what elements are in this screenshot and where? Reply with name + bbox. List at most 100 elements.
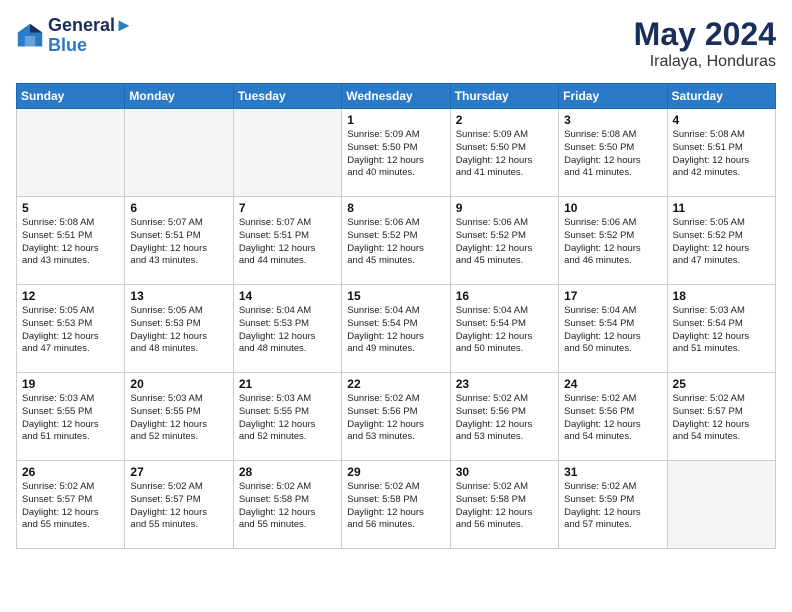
calendar-cell: 10 Sunrise: 5:06 AMSunset: 5:52 PMDayligh…	[559, 197, 667, 285]
calendar-cell: 6Sunrise: 5:07 AMSunset: 5:51 PMDaylight…	[125, 197, 233, 285]
day-number: 17	[564, 289, 661, 303]
day-number: 27	[130, 465, 227, 479]
day-number: 5	[22, 201, 119, 215]
calendar-cell: 27 Sunrise: 5:02 AMSunset: 5:57 PMDayligh…	[125, 461, 233, 549]
calendar-week-5: 26 Sunrise: 5:02 AMSunset: 5:57 PMDayligh…	[17, 461, 776, 549]
day-number: 28	[239, 465, 336, 479]
logo-icon	[16, 22, 44, 50]
day-info: Sunrise: 5:06 AMSunset: 5:52 PMDaylight:…	[456, 217, 553, 268]
day-number: 8	[347, 201, 444, 215]
day-number: 30	[456, 465, 553, 479]
day-number: 13	[130, 289, 227, 303]
day-number: 16	[456, 289, 553, 303]
calendar-table: SundayMondayTuesdayWednesdayThursdayFrid…	[16, 83, 776, 549]
weekday-header-saturday: Saturday	[667, 84, 775, 109]
calendar-cell: 11 Sunrise: 5:05 AMSunset: 5:52 PMDayligh…	[667, 197, 775, 285]
day-number: 25	[673, 377, 770, 391]
calendar-cell: 2 Sunrise: 5:09 AMSunset: 5:50 PMDaylight…	[450, 109, 558, 197]
calendar-cell: 13 Sunrise: 5:05 AMSunset: 5:53 PMDayligh…	[125, 285, 233, 373]
day-info: Sunrise: 5:05 AMSunset: 5:53 PMDaylight:…	[130, 305, 227, 356]
day-number: 14	[239, 289, 336, 303]
weekday-header-tuesday: Tuesday	[233, 84, 341, 109]
calendar-cell	[667, 461, 775, 549]
calendar-cell: 31 Sunrise: 5:02 AMSunset: 5:59 PMDayligh…	[559, 461, 667, 549]
day-number: 1	[347, 113, 444, 127]
day-info: Sunrise: 5:02 AMSunset: 5:56 PMDaylight:…	[456, 393, 553, 444]
calendar-cell: 28 Sunrise: 5:02 AMSunset: 5:58 PMDayligh…	[233, 461, 341, 549]
calendar-cell: 8 Sunrise: 5:06 AMSunset: 5:52 PMDaylight…	[342, 197, 450, 285]
day-number: 26	[22, 465, 119, 479]
calendar-cell: 29Sunrise: 5:02 AMSunset: 5:58 PMDayligh…	[342, 461, 450, 549]
calendar-cell: 19 Sunrise: 5:03 AMSunset: 5:55 PMDayligh…	[17, 373, 125, 461]
calendar-cell: 16 Sunrise: 5:04 AMSunset: 5:54 PMDayligh…	[450, 285, 558, 373]
calendar-cell: 4 Sunrise: 5:08 AMSunset: 5:51 PMDaylight…	[667, 109, 775, 197]
weekday-header-row: SundayMondayTuesdayWednesdayThursdayFrid…	[17, 84, 776, 109]
day-info: Sunrise: 5:02 AMSunset: 5:57 PMDaylight:…	[673, 393, 770, 444]
day-number: 18	[673, 289, 770, 303]
day-number: 4	[673, 113, 770, 127]
day-info: Sunrise: 5:03 AMSunset: 5:55 PMDaylight:…	[130, 393, 227, 444]
calendar-cell: 24Sunrise: 5:02 AMSunset: 5:56 PMDayligh…	[559, 373, 667, 461]
day-info: Sunrise: 5:09 AMSunset: 5:50 PMDaylight:…	[456, 129, 553, 180]
calendar-cell: 21Sunrise: 5:03 AMSunset: 5:55 PMDayligh…	[233, 373, 341, 461]
day-info: Sunrise: 5:03 AMSunset: 5:54 PMDaylight:…	[673, 305, 770, 356]
logo-text: General► Blue	[48, 16, 133, 56]
day-info: Sunrise: 5:09 AMSunset: 5:50 PMDaylight:…	[347, 129, 444, 180]
calendar-cell	[125, 109, 233, 197]
calendar-cell: 3Sunrise: 5:08 AMSunset: 5:50 PMDaylight…	[559, 109, 667, 197]
day-info: Sunrise: 5:04 AMSunset: 5:54 PMDaylight:…	[456, 305, 553, 356]
day-number: 19	[22, 377, 119, 391]
day-number: 20	[130, 377, 227, 391]
day-info: Sunrise: 5:02 AMSunset: 5:58 PMDaylight:…	[347, 481, 444, 532]
day-info: Sunrise: 5:07 AMSunset: 5:51 PMDaylight:…	[239, 217, 336, 268]
calendar-cell: 12 Sunrise: 5:05 AMSunset: 5:53 PMDayligh…	[17, 285, 125, 373]
calendar-cell: 26 Sunrise: 5:02 AMSunset: 5:57 PMDayligh…	[17, 461, 125, 549]
day-number: 21	[239, 377, 336, 391]
logo: General► Blue	[16, 16, 133, 56]
calendar-cell: 15 Sunrise: 5:04 AMSunset: 5:54 PMDayligh…	[342, 285, 450, 373]
calendar-cell	[233, 109, 341, 197]
calendar-cell	[17, 109, 125, 197]
day-info: Sunrise: 5:05 AMSunset: 5:52 PMDaylight:…	[673, 217, 770, 268]
calendar-cell: 30Sunrise: 5:02 AMSunset: 5:58 PMDayligh…	[450, 461, 558, 549]
day-number: 10	[564, 201, 661, 215]
day-info: Sunrise: 5:08 AMSunset: 5:51 PMDaylight:…	[673, 129, 770, 180]
day-info: Sunrise: 5:03 AMSunset: 5:55 PMDaylight:…	[22, 393, 119, 444]
day-number: 31	[564, 465, 661, 479]
day-info: Sunrise: 5:06 AMSunset: 5:52 PMDaylight:…	[347, 217, 444, 268]
calendar-week-2: 5Sunrise: 5:08 AMSunset: 5:51 PMDaylight…	[17, 197, 776, 285]
day-info: Sunrise: 5:04 AMSunset: 5:53 PMDaylight:…	[239, 305, 336, 356]
day-info: Sunrise: 5:02 AMSunset: 5:59 PMDaylight:…	[564, 481, 661, 532]
day-info: Sunrise: 5:06 AMSunset: 5:52 PMDaylight:…	[564, 217, 661, 268]
calendar-cell: 1 Sunrise: 5:09 AMSunset: 5:50 PMDaylight…	[342, 109, 450, 197]
day-info: Sunrise: 5:05 AMSunset: 5:53 PMDaylight:…	[22, 305, 119, 356]
calendar-week-4: 19 Sunrise: 5:03 AMSunset: 5:55 PMDayligh…	[17, 373, 776, 461]
day-number: 7	[239, 201, 336, 215]
day-info: Sunrise: 5:04 AMSunset: 5:54 PMDaylight:…	[347, 305, 444, 356]
day-info: Sunrise: 5:02 AMSunset: 5:56 PMDaylight:…	[564, 393, 661, 444]
day-number: 6	[130, 201, 227, 215]
day-number: 22	[347, 377, 444, 391]
day-info: Sunrise: 5:02 AMSunset: 5:57 PMDaylight:…	[130, 481, 227, 532]
day-number: 11	[673, 201, 770, 215]
day-number: 9	[456, 201, 553, 215]
calendar-week-1: 1 Sunrise: 5:09 AMSunset: 5:50 PMDaylight…	[17, 109, 776, 197]
location: Iralaya, Honduras	[634, 53, 776, 71]
month-year: May 2024	[634, 16, 776, 53]
weekday-header-monday: Monday	[125, 84, 233, 109]
calendar-week-3: 12 Sunrise: 5:05 AMSunset: 5:53 PMDayligh…	[17, 285, 776, 373]
day-info: Sunrise: 5:02 AMSunset: 5:57 PMDaylight:…	[22, 481, 119, 532]
calendar-cell: 14 Sunrise: 5:04 AMSunset: 5:53 PMDayligh…	[233, 285, 341, 373]
weekday-header-friday: Friday	[559, 84, 667, 109]
day-info: Sunrise: 5:02 AMSunset: 5:58 PMDaylight:…	[239, 481, 336, 532]
weekday-header-wednesday: Wednesday	[342, 84, 450, 109]
calendar-cell: 23Sunrise: 5:02 AMSunset: 5:56 PMDayligh…	[450, 373, 558, 461]
day-number: 15	[347, 289, 444, 303]
title-block: May 2024 Iralaya, Honduras	[634, 16, 776, 71]
day-info: Sunrise: 5:04 AMSunset: 5:54 PMDaylight:…	[564, 305, 661, 356]
calendar-cell: 22Sunrise: 5:02 AMSunset: 5:56 PMDayligh…	[342, 373, 450, 461]
calendar-cell: 5Sunrise: 5:08 AMSunset: 5:51 PMDaylight…	[17, 197, 125, 285]
day-number: 12	[22, 289, 119, 303]
day-number: 2	[456, 113, 553, 127]
calendar-cell: 25 Sunrise: 5:02 AMSunset: 5:57 PMDayligh…	[667, 373, 775, 461]
